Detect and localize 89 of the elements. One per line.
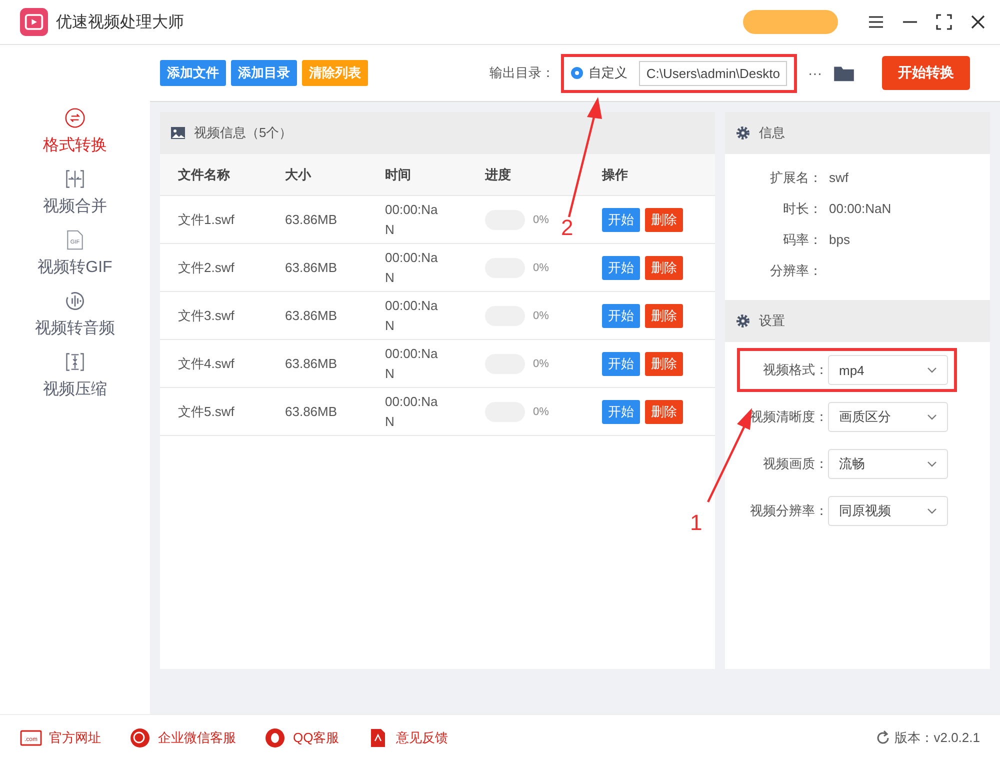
chevron-down-icon — [927, 414, 937, 420]
folder-icon[interactable] — [833, 64, 855, 82]
annotation-number: 1 — [690, 510, 702, 536]
start-button[interactable]: 开始 — [602, 208, 640, 232]
column-header: 文件名称 — [178, 166, 231, 184]
select-field[interactable]: 同原视频 — [828, 496, 948, 526]
footer-link[interactable]: 意见反馈 — [367, 728, 448, 748]
sidebar-item[interactable]: 视频转音频 — [35, 290, 115, 339]
select-field[interactable]: mp4 — [828, 355, 948, 385]
table-cell-text: 63.86MB — [285, 212, 338, 227]
delete-button[interactable]: 删除 — [645, 352, 683, 376]
progress-percent: 0% — [533, 358, 549, 370]
more-button[interactable]: ··· — [802, 65, 828, 81]
info-label: 码率： — [782, 230, 822, 248]
setting-label: 视频格式： — [762, 361, 828, 379]
chevron-down-icon — [927, 367, 937, 373]
start-button[interactable]: 开始 — [602, 400, 640, 424]
start-button[interactable]: 开始 — [602, 256, 640, 280]
annotation-number: 2 — [561, 215, 574, 241]
custom-radio[interactable]: 自定义 — [571, 64, 628, 82]
output-label: 输出目录： — [489, 64, 554, 82]
sidebar-item[interactable]: 视频压缩 — [43, 351, 107, 400]
column-header: 大小 — [285, 166, 312, 184]
sidebar-item[interactable]: 格式转换 — [43, 107, 107, 156]
panel-title: 信息 — [759, 124, 785, 142]
chat-icon — [129, 728, 151, 748]
delete-button[interactable]: 删除 — [645, 304, 683, 328]
toolbar-button[interactable]: 添加文件 — [160, 60, 226, 86]
version-text: 版本：v2.0.2.1 — [894, 728, 980, 746]
setting-label: 视频画质： — [762, 455, 828, 473]
table-cell-text: 文件4.swf — [178, 354, 236, 372]
table-cell-text: 63.86MB — [285, 356, 338, 371]
sidebar-item[interactable]: 视频合并 — [43, 168, 107, 217]
table-cell-text: 00:00:NaN — [385, 201, 439, 238]
delete-button[interactable]: 删除 — [645, 208, 683, 232]
gear-icon — [735, 125, 751, 141]
start-convert-button[interactable]: 开始转换 — [882, 56, 970, 90]
menu-icon[interactable] — [868, 14, 884, 30]
table-cell-text: 文件5.swf — [178, 402, 236, 420]
table-cell-text: 00:00:NaN — [385, 345, 439, 382]
table-cell-text: 63.86MB — [285, 404, 338, 419]
start-button[interactable]: 开始 — [602, 304, 640, 328]
delete-button[interactable]: 删除 — [645, 400, 683, 424]
delete-button[interactable]: 删除 — [645, 256, 683, 280]
select-field[interactable]: 画质区分 — [828, 402, 948, 432]
info-value: swf — [829, 170, 848, 185]
refresh-icon[interactable] — [874, 730, 891, 746]
footer-link[interactable]: 企业微信客服 — [129, 728, 236, 748]
table-cell-text: 63.86MB — [285, 260, 338, 275]
table-cell-text: 63.86MB — [285, 308, 338, 323]
column-header: 操作 — [602, 166, 629, 184]
panel-title: 设置 — [759, 312, 785, 330]
progress-percent: 0% — [533, 406, 549, 418]
table-cell-text: 00:00:NaN — [385, 249, 439, 286]
table-cell-text: 00:00:NaN — [385, 297, 439, 334]
output-path-field[interactable]: C:\Users\admin\Deskto — [639, 60, 787, 86]
table-cell-text: 文件2.swf — [178, 258, 236, 276]
setting-label: 视频分辨率： — [749, 502, 828, 520]
table-cell-text: 文件1.swf — [178, 210, 236, 228]
progress-percent: 0% — [533, 310, 549, 322]
compress-icon — [64, 351, 86, 373]
app-title: 优速视频处理大师 — [56, 12, 184, 32]
swap-icon — [64, 107, 86, 129]
info-label: 扩展名： — [769, 168, 822, 186]
panel-title: 视频信息（5个） — [194, 124, 292, 142]
info-value: 00:00:NaN — [829, 201, 892, 216]
table-cell-text: 文件3.swf — [178, 306, 236, 324]
gear-icon — [735, 313, 751, 329]
toolbar-button[interactable]: 添加目录 — [231, 60, 297, 86]
select-field[interactable]: 流畅 — [828, 449, 948, 479]
info-label: 时长： — [782, 200, 822, 218]
app-logo-icon — [20, 8, 48, 36]
chevron-down-icon — [927, 461, 937, 467]
column-header: 时间 — [385, 166, 412, 184]
table-cell-text: 00:00:NaN — [385, 393, 439, 430]
merge-icon — [64, 168, 86, 190]
maximize-icon[interactable] — [936, 14, 952, 30]
sound-wave-icon — [64, 290, 86, 312]
chevron-down-icon — [927, 508, 937, 514]
info-value: bps — [829, 232, 850, 247]
column-header: 进度 — [485, 166, 512, 184]
close-icon[interactable] — [970, 14, 986, 30]
image-icon — [170, 125, 186, 141]
start-button[interactable]: 开始 — [602, 352, 640, 376]
progress-percent: 0% — [533, 262, 549, 274]
setting-label: 视频清晰度： — [749, 408, 828, 426]
footer-link[interactable]: QQ客服 — [264, 728, 340, 748]
progress-percent: 0% — [533, 214, 549, 226]
info-label: 分辨率： — [769, 262, 822, 280]
